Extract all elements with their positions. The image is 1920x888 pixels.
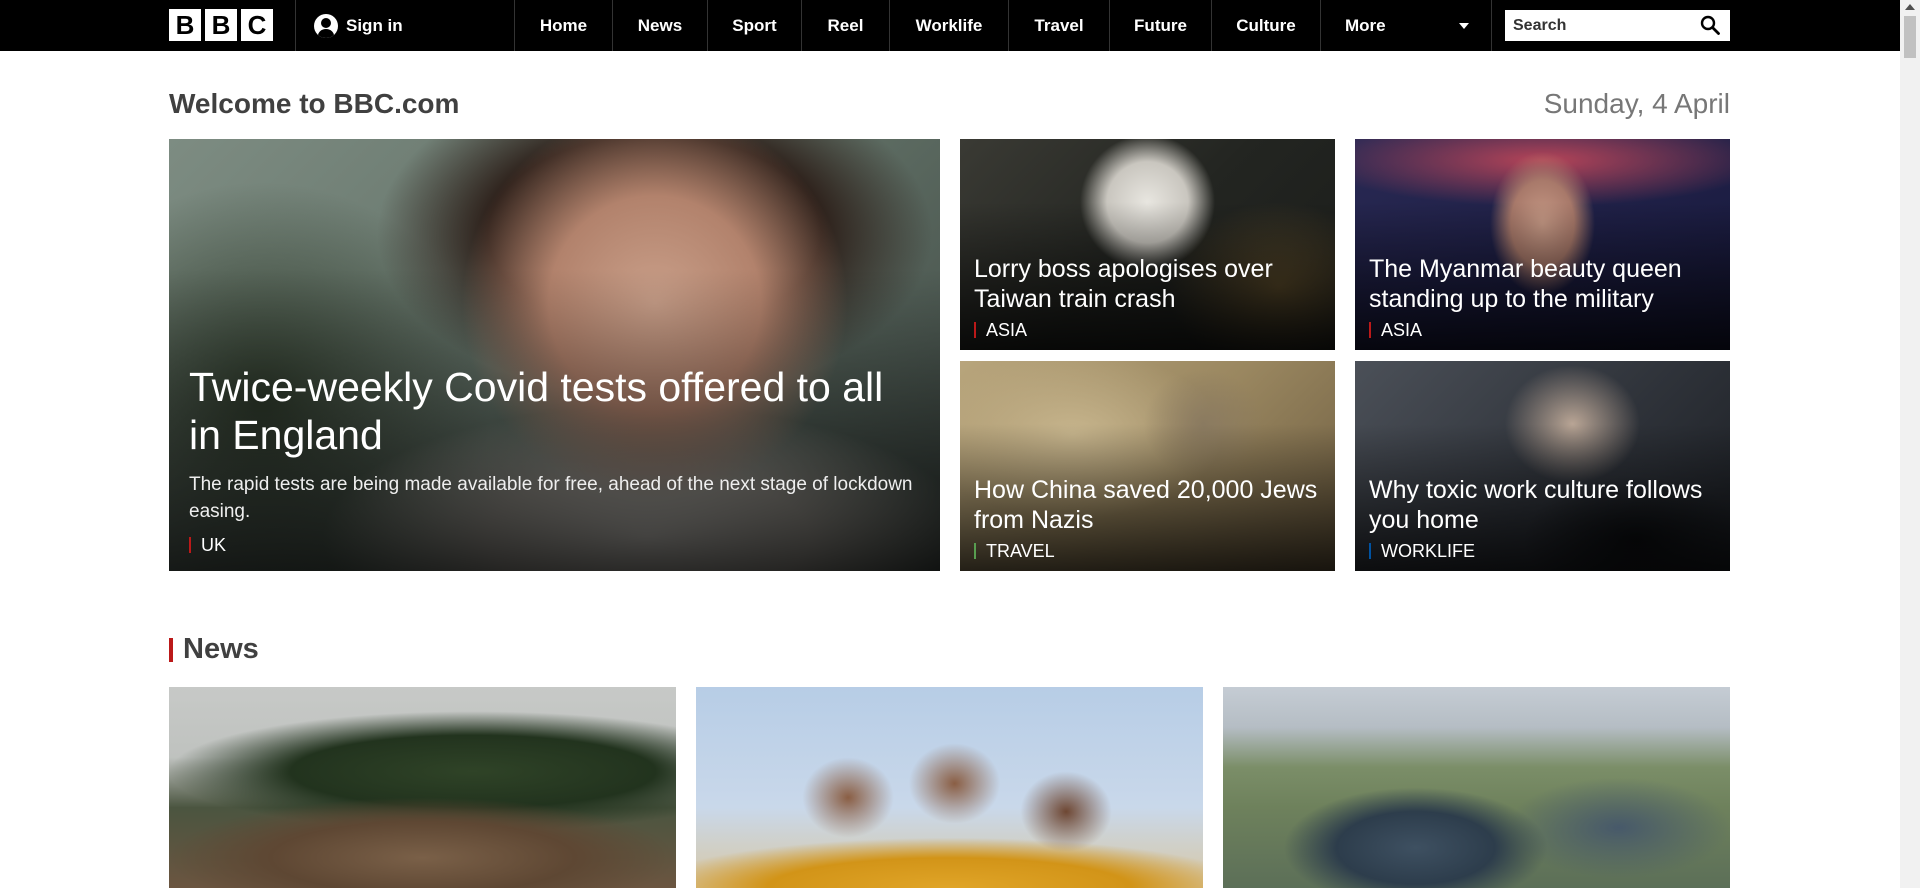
scrollbar-thumb[interactable] <box>1904 16 1916 58</box>
page-title: Welcome to BBC.com <box>169 88 460 119</box>
hero-text: Twice-weekly Covid tests offered to all … <box>189 363 920 554</box>
hero-headline[interactable]: Twice-weekly Covid tests offered to all … <box>189 363 920 459</box>
more-label: More <box>1345 15 1386 35</box>
story-headline[interactable]: How China saved 20,000 Jews from Nazis <box>974 475 1321 535</box>
search-icon[interactable] <box>1700 15 1720 35</box>
section-title: News <box>183 633 259 665</box>
story-category-tag[interactable]: ASIA <box>974 321 1321 339</box>
nav-item-culture[interactable]: Culture <box>1211 0 1320 51</box>
story-category-tag[interactable]: TRAVEL <box>974 542 1321 560</box>
story-text: Why toxic work culture follows you home … <box>1369 475 1716 560</box>
navigation-container: B B C Sign in Home News Sport Reel Workl… <box>169 0 1730 51</box>
nav-item-home[interactable]: Home <box>514 0 612 51</box>
story-category-tag[interactable]: ASIA <box>1369 321 1716 339</box>
news-story-image[interactable] <box>1223 687 1730 888</box>
story-headline[interactable]: Lorry boss apologises over Taiwan train … <box>974 254 1321 314</box>
main-nav: Home News Sport Reel Worklife Travel Fut… <box>514 0 1492 51</box>
search-input[interactable] <box>1505 10 1695 41</box>
hero-story-card[interactable]: Twice-weekly Covid tests offered to all … <box>169 139 940 571</box>
top-navigation-bar: B B C Sign in Home News Sport Reel Workl… <box>0 0 1900 51</box>
nav-item-worklife[interactable]: Worklife <box>889 0 1008 51</box>
logo-letter: B <box>169 9 201 41</box>
story-card[interactable]: The Myanmar beauty queen standing up to … <box>1355 139 1730 350</box>
nav-item-news[interactable]: News <box>612 0 707 51</box>
page-scrollbar[interactable] <box>1900 0 1920 888</box>
news-story-image[interactable] <box>696 687 1203 888</box>
nav-item-travel[interactable]: Travel <box>1008 0 1109 51</box>
story-text: The Myanmar beauty queen standing up to … <box>1369 254 1716 339</box>
story-card[interactable]: Why toxic work culture follows you home … <box>1355 361 1730 571</box>
story-headline[interactable]: The Myanmar beauty queen standing up to … <box>1369 254 1716 314</box>
hero-summary: The rapid tests are being made available… <box>189 474 913 522</box>
story-card[interactable]: Lorry boss apologises over Taiwan train … <box>960 139 1335 350</box>
news-story-image[interactable] <box>169 687 676 888</box>
scroll-up-icon[interactable] <box>1905 4 1915 10</box>
logo-letter: C <box>241 9 273 41</box>
divider <box>295 0 296 51</box>
section-accent-bar <box>169 637 173 662</box>
story-category-tag[interactable]: UK <box>189 536 920 554</box>
nav-item-more[interactable]: More <box>1320 0 1492 51</box>
sign-in-link[interactable]: Sign in <box>314 0 403 51</box>
story-category-tag[interactable]: WORKLIFE <box>1369 542 1716 560</box>
story-card[interactable]: How China saved 20,000 Jews from Nazis T… <box>960 361 1335 571</box>
story-text: Lorry boss apologises over Taiwan train … <box>974 254 1321 339</box>
page-date: Sunday, 4 April <box>1543 88 1730 119</box>
bbc-logo[interactable]: B B C <box>169 9 273 41</box>
story-text: How China saved 20,000 Jews from Nazis T… <box>974 475 1321 560</box>
nav-item-sport[interactable]: Sport <box>707 0 801 51</box>
logo-letter: B <box>205 9 237 41</box>
search-box <box>1505 10 1730 41</box>
nav-item-reel[interactable]: Reel <box>801 0 889 51</box>
nav-item-future[interactable]: Future <box>1109 0 1211 51</box>
story-headline[interactable]: Why toxic work culture follows you home <box>1369 475 1716 535</box>
user-account-icon <box>314 13 338 38</box>
news-section-heading[interactable]: News <box>169 633 259 666</box>
sign-in-label: Sign in <box>346 15 403 35</box>
chevron-down-icon <box>1459 23 1469 29</box>
